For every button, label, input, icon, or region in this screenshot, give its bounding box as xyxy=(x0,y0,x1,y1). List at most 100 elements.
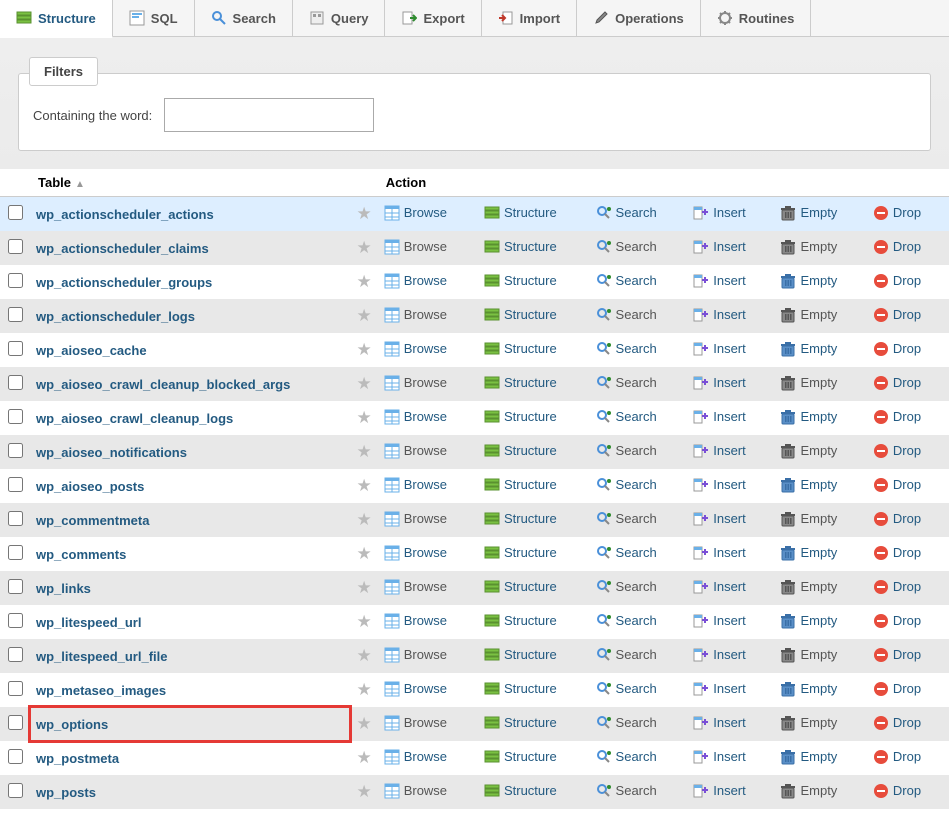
browse-link[interactable]: Browse xyxy=(384,613,447,629)
favorite-star-icon[interactable]: ★ xyxy=(356,714,371,733)
table-name-link[interactable]: wp_actionscheduler_logs xyxy=(36,309,195,324)
search-link[interactable]: Search xyxy=(596,749,657,765)
row-checkbox[interactable] xyxy=(8,477,23,492)
table-name-link[interactable]: wp_posts xyxy=(36,785,96,800)
search-link[interactable]: Search xyxy=(596,273,657,289)
favorite-star-icon[interactable]: ★ xyxy=(356,408,371,427)
tab-query[interactable]: Query xyxy=(293,0,386,36)
browse-link[interactable]: Browse xyxy=(384,749,447,765)
table-name-link[interactable]: wp_aioseo_notifications xyxy=(36,445,187,460)
insert-link[interactable]: Insert xyxy=(693,239,746,255)
row-checkbox[interactable] xyxy=(8,545,23,560)
favorite-star-icon[interactable]: ★ xyxy=(356,306,371,325)
table-name-link[interactable]: wp_actionscheduler_actions xyxy=(36,207,214,222)
structure-link[interactable]: Structure xyxy=(484,477,557,493)
insert-link[interactable]: Insert xyxy=(693,307,746,323)
search-link[interactable]: Search xyxy=(596,715,657,731)
drop-link[interactable]: Drop xyxy=(873,205,921,221)
row-checkbox[interactable] xyxy=(8,205,23,220)
favorite-star-icon[interactable]: ★ xyxy=(356,612,371,631)
favorite-star-icon[interactable]: ★ xyxy=(356,782,371,801)
insert-link[interactable]: Insert xyxy=(693,511,746,527)
favorite-star-icon[interactable]: ★ xyxy=(356,442,371,461)
empty-link[interactable]: Empty xyxy=(780,647,837,663)
empty-link[interactable]: Empty xyxy=(780,409,837,425)
drop-link[interactable]: Drop xyxy=(873,511,921,527)
search-link[interactable]: Search xyxy=(596,681,657,697)
insert-link[interactable]: Insert xyxy=(693,749,746,765)
insert-link[interactable]: Insert xyxy=(693,579,746,595)
search-link[interactable]: Search xyxy=(596,341,657,357)
search-link[interactable]: Search xyxy=(596,647,657,663)
tab-structure[interactable]: Structure xyxy=(0,0,113,38)
containing-word-input[interactable] xyxy=(164,98,374,132)
table-name-link[interactable]: wp_postmeta xyxy=(36,751,119,766)
browse-link[interactable]: Browse xyxy=(384,443,447,459)
browse-link[interactable]: Browse xyxy=(384,409,447,425)
table-name-link[interactable]: wp_links xyxy=(36,581,91,596)
search-link[interactable]: Search xyxy=(596,205,657,221)
insert-link[interactable]: Insert xyxy=(693,783,746,799)
table-name-link[interactable]: wp_litespeed_url_file xyxy=(36,649,168,664)
drop-link[interactable]: Drop xyxy=(873,647,921,663)
empty-link[interactable]: Empty xyxy=(780,749,837,765)
insert-link[interactable]: Insert xyxy=(693,409,746,425)
search-link[interactable]: Search xyxy=(596,511,657,527)
favorite-star-icon[interactable]: ★ xyxy=(356,204,371,223)
structure-link[interactable]: Structure xyxy=(484,443,557,459)
tab-sql[interactable]: SQL xyxy=(113,0,195,36)
row-checkbox[interactable] xyxy=(8,783,23,798)
tab-operations[interactable]: Operations xyxy=(577,0,701,36)
structure-link[interactable]: Structure xyxy=(484,579,557,595)
favorite-star-icon[interactable]: ★ xyxy=(356,510,371,529)
insert-link[interactable]: Insert xyxy=(693,613,746,629)
browse-link[interactable]: Browse xyxy=(384,511,447,527)
search-link[interactable]: Search xyxy=(596,239,657,255)
structure-link[interactable]: Structure xyxy=(484,375,557,391)
browse-link[interactable]: Browse xyxy=(384,341,447,357)
header-table[interactable]: Table▲ xyxy=(30,169,350,197)
browse-link[interactable]: Browse xyxy=(384,545,447,561)
favorite-star-icon[interactable]: ★ xyxy=(356,544,371,563)
favorite-star-icon[interactable]: ★ xyxy=(356,680,371,699)
row-checkbox[interactable] xyxy=(8,443,23,458)
structure-link[interactable]: Structure xyxy=(484,341,557,357)
structure-link[interactable]: Structure xyxy=(484,749,557,765)
drop-link[interactable]: Drop xyxy=(873,307,921,323)
structure-link[interactable]: Structure xyxy=(484,783,557,799)
browse-link[interactable]: Browse xyxy=(384,273,447,289)
row-checkbox[interactable] xyxy=(8,715,23,730)
table-name-link[interactable]: wp_aioseo_posts xyxy=(36,479,144,494)
drop-link[interactable]: Drop xyxy=(873,477,921,493)
drop-link[interactable]: Drop xyxy=(873,783,921,799)
drop-link[interactable]: Drop xyxy=(873,681,921,697)
table-name-link[interactable]: wp_actionscheduler_claims xyxy=(36,241,209,256)
insert-link[interactable]: Insert xyxy=(693,205,746,221)
empty-link[interactable]: Empty xyxy=(780,273,837,289)
drop-link[interactable]: Drop xyxy=(873,239,921,255)
empty-link[interactable]: Empty xyxy=(780,375,837,391)
table-name-link[interactable]: wp_litespeed_url xyxy=(36,615,141,630)
row-checkbox[interactable] xyxy=(8,511,23,526)
empty-link[interactable]: Empty xyxy=(780,205,837,221)
browse-link[interactable]: Browse xyxy=(384,375,447,391)
browse-link[interactable]: Browse xyxy=(384,783,447,799)
row-checkbox[interactable] xyxy=(8,341,23,356)
structure-link[interactable]: Structure xyxy=(484,613,557,629)
empty-link[interactable]: Empty xyxy=(780,783,837,799)
favorite-star-icon[interactable]: ★ xyxy=(356,646,371,665)
insert-link[interactable]: Insert xyxy=(693,443,746,459)
favorite-star-icon[interactable]: ★ xyxy=(356,340,371,359)
search-link[interactable]: Search xyxy=(596,375,657,391)
empty-link[interactable]: Empty xyxy=(780,477,837,493)
insert-link[interactable]: Insert xyxy=(693,341,746,357)
drop-link[interactable]: Drop xyxy=(873,375,921,391)
row-checkbox[interactable] xyxy=(8,375,23,390)
browse-link[interactable]: Browse xyxy=(384,239,447,255)
insert-link[interactable]: Insert xyxy=(693,273,746,289)
drop-link[interactable]: Drop xyxy=(873,545,921,561)
search-link[interactable]: Search xyxy=(596,443,657,459)
search-link[interactable]: Search xyxy=(596,545,657,561)
favorite-star-icon[interactable]: ★ xyxy=(356,748,371,767)
table-name-link[interactable]: wp_aioseo_cache xyxy=(36,343,147,358)
